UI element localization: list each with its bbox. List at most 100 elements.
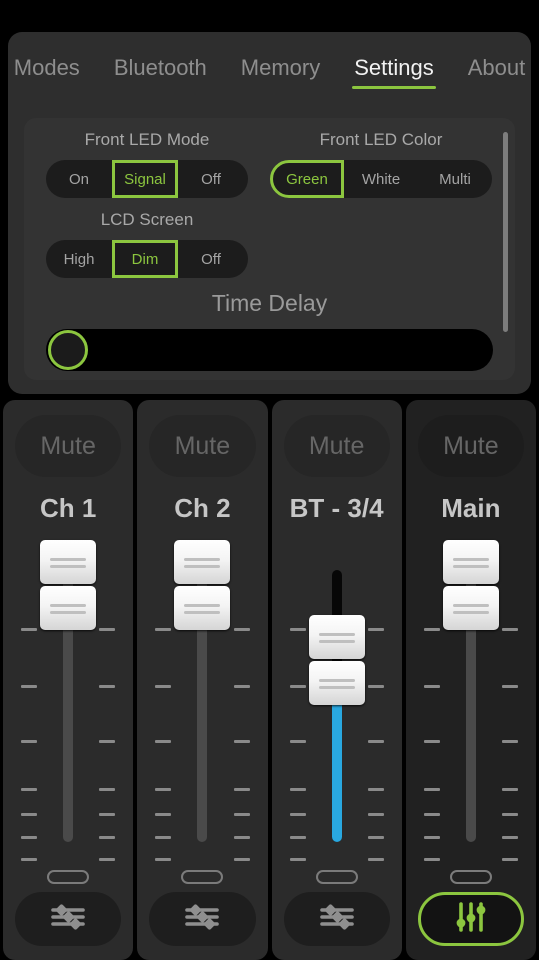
fader-tick <box>289 788 306 791</box>
settings-scrollbar[interactable] <box>503 132 508 366</box>
mute-button[interactable]: Mute <box>283 415 390 477</box>
lcd-screen-label: LCD Screen <box>100 210 194 229</box>
fader-cap-lower[interactable] <box>174 586 231 630</box>
fader-cap-lower[interactable] <box>40 586 97 630</box>
mute-button[interactable]: Mute <box>417 415 524 477</box>
settings-panel: Modes Bluetooth Memory Settings About Fr… <box>8 32 531 394</box>
fader-tick <box>289 628 306 631</box>
fader-tick <box>233 788 250 791</box>
fader-tick <box>99 813 116 816</box>
fader-cap-upper[interactable] <box>40 540 97 584</box>
segment-led-color-multi[interactable]: Multi <box>418 160 492 198</box>
app-root: Modes Bluetooth Memory Settings About Fr… <box>0 0 539 960</box>
mute-button[interactable]: Mute <box>15 415 122 477</box>
channel-fader[interactable] <box>406 540 536 861</box>
channel-settings-button[interactable] <box>15 892 122 946</box>
tab-memory[interactable]: Memory <box>235 51 326 91</box>
fader-cap-upper[interactable] <box>442 540 499 584</box>
time-delay-slider-knob[interactable] <box>48 330 88 370</box>
fader-tick <box>21 813 37 816</box>
fader-tick <box>423 628 440 631</box>
drag-handle-icon[interactable] <box>449 870 492 884</box>
fader-tick <box>502 813 518 816</box>
fader-tick <box>233 813 250 816</box>
channel-strip-bt34: Mute BT - 3/4 <box>271 400 402 960</box>
fader-tick <box>99 740 116 743</box>
horizontal-sliders-icon <box>48 903 88 936</box>
channel-fader[interactable] <box>137 540 267 861</box>
fader-tick <box>423 740 440 743</box>
vertical-sliders-icon <box>454 900 488 939</box>
fader-tick <box>155 858 172 861</box>
fader-tick <box>289 740 306 743</box>
fader-tick <box>21 740 37 743</box>
fader-tick <box>367 788 384 791</box>
front-led-color-group: Front LED Color Green White Multi <box>270 130 492 198</box>
channel-name-label: Main <box>441 493 501 523</box>
segment-led-color-green[interactable]: Green <box>270 160 344 198</box>
fader-cap-upper[interactable] <box>174 540 231 584</box>
lcd-screen-segmented-control[interactable]: High Dim Off <box>46 240 248 278</box>
segment-led-mode-off[interactable]: Off <box>178 160 244 198</box>
segment-lcd-off[interactable]: Off <box>178 240 244 278</box>
fader-tick <box>233 628 250 631</box>
fader-tick <box>233 836 250 839</box>
fader-tick <box>367 685 384 688</box>
channel-strip-ch2: Mute Ch 2 <box>137 400 268 960</box>
fader-cap-lower[interactable] <box>442 586 499 630</box>
fader-tick <box>233 685 250 688</box>
time-delay-slider[interactable] <box>46 329 493 371</box>
fader-tick <box>423 685 440 688</box>
tab-label: About <box>467 55 526 80</box>
tab-bluetooth[interactable]: Bluetooth <box>108 51 213 91</box>
fader-tick <box>502 788 518 791</box>
tab-about[interactable]: About <box>462 51 532 91</box>
fader-tick <box>155 740 172 743</box>
fader-tick <box>155 685 172 688</box>
channel-fader[interactable] <box>272 540 402 861</box>
fader-cap-upper[interactable] <box>308 615 365 659</box>
channel-settings-button[interactable] <box>283 892 390 946</box>
segment-led-mode-signal[interactable]: Signal <box>112 160 178 198</box>
tab-label: Memory <box>240 55 321 80</box>
front-led-color-segmented-control[interactable]: Green White Multi <box>270 160 492 198</box>
horizontal-sliders-icon <box>317 903 357 936</box>
front-led-color-label: Front LED Color <box>319 130 443 149</box>
fader-tick <box>21 628 37 631</box>
drag-handle-icon[interactable] <box>47 870 90 884</box>
drag-handle-icon[interactable] <box>181 870 224 884</box>
fader-tick <box>155 788 172 791</box>
tab-modes[interactable]: Modes <box>8 51 86 91</box>
drag-handle-icon[interactable] <box>315 870 358 884</box>
time-delay-group: Time Delay <box>46 290 493 371</box>
segment-led-color-white[interactable]: White <box>344 160 418 198</box>
fader-tick <box>367 740 384 743</box>
fader-tick <box>423 858 440 861</box>
channel-fader[interactable] <box>3 540 133 861</box>
mixer-strips: Mute Ch 1 Mute Ch 2 Mute BT - 3/4 Mute M… <box>0 400 539 960</box>
fader-tick <box>289 685 306 688</box>
fader-tick <box>21 788 37 791</box>
fader-tick <box>423 836 440 839</box>
segment-lcd-dim[interactable]: Dim <box>112 240 178 278</box>
fader-tick <box>367 628 384 631</box>
fader-cap-lower[interactable] <box>308 661 365 705</box>
mute-button[interactable]: Mute <box>149 415 256 477</box>
fader-tick <box>21 858 37 861</box>
time-delay-label: Time Delay <box>211 290 328 316</box>
tab-settings[interactable]: Settings <box>348 51 440 91</box>
channel-strip-main: Mute Main <box>405 400 536 960</box>
settings-scrollbar-thumb[interactable] <box>503 132 508 332</box>
fader-tick <box>367 858 384 861</box>
fader-tick <box>289 836 306 839</box>
segment-led-mode-on[interactable]: On <box>46 160 112 198</box>
tab-label: Settings <box>354 55 434 80</box>
channel-settings-button[interactable] <box>149 892 256 946</box>
front-led-mode-segmented-control[interactable]: On Signal Off <box>46 160 248 198</box>
segment-lcd-high[interactable]: High <box>46 240 112 278</box>
fader-tick <box>99 858 116 861</box>
front-led-mode-label: Front LED Mode <box>84 130 210 149</box>
fader-tick <box>502 740 518 743</box>
channel-settings-button[interactable] <box>417 892 524 946</box>
fader-tick <box>289 813 306 816</box>
